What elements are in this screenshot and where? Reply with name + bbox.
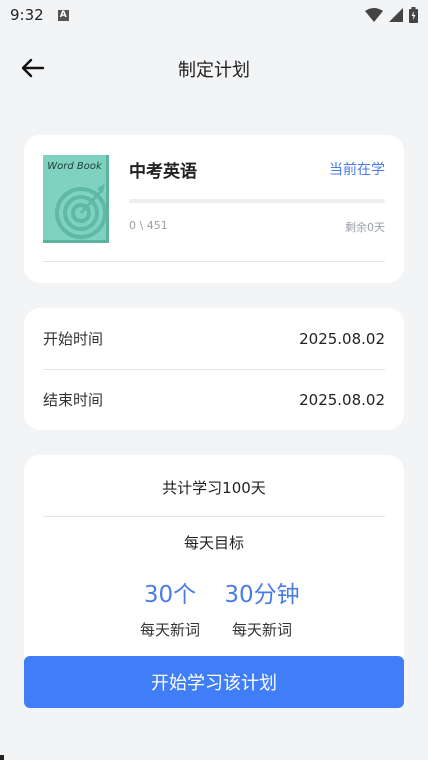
page-title: 制定计划	[178, 60, 250, 81]
target-icon	[55, 183, 106, 239]
a-notification-icon: A	[57, 9, 69, 21]
book-cover: Word Book	[43, 155, 109, 243]
book-name: 中考英语	[129, 162, 197, 182]
app-header: 制定计划	[0, 46, 428, 90]
end-date-label: 结束时间	[43, 391, 104, 409]
divider	[43, 261, 385, 262]
status-bar: 9:32 A	[0, 0, 428, 30]
progress-count: 0 \ 451	[129, 219, 168, 232]
wifi-icon	[365, 8, 383, 22]
goal-minutes-value: 30分钟	[224, 582, 300, 608]
remaining-days: 剩余0天	[345, 221, 385, 234]
daily-goal-label: 每天目标	[183, 534, 244, 552]
start-date-value: 2025.08.02	[299, 329, 385, 348]
start-date-row[interactable]: 开始时间 2025.08.02	[43, 308, 385, 369]
book-card[interactable]: Word Book 中考英语 当前在学 0 \ 451 剩余0天	[24, 135, 404, 283]
status-icons	[365, 7, 418, 23]
start-plan-button[interactable]: 开始学习该计划	[24, 656, 404, 708]
status-time: 9:32	[10, 6, 44, 24]
plan-summary-card: 共计学习100天 每天目标 30个 每天新词 30分钟 每天新词	[24, 455, 404, 670]
current-study-tag: 当前在学	[329, 162, 385, 178]
goal-minutes[interactable]: 30分钟 每天新词	[202, 575, 322, 640]
goal-minutes-label: 每天新词	[231, 621, 292, 639]
total-days: 共计学习100天	[162, 479, 266, 497]
end-date-value: 2025.08.02	[299, 390, 385, 409]
progress-bar	[129, 199, 385, 203]
start-date-label: 开始时间	[43, 330, 104, 348]
end-date-row[interactable]: 结束时间 2025.08.02	[43, 369, 385, 430]
corner-mark	[0, 755, 4, 760]
divider	[43, 516, 385, 517]
battery-icon	[409, 7, 418, 23]
dates-card: 开始时间 2025.08.02 结束时间 2025.08.02	[24, 308, 404, 430]
cover-title: Word Book	[47, 161, 102, 172]
signal-icon	[389, 8, 403, 22]
